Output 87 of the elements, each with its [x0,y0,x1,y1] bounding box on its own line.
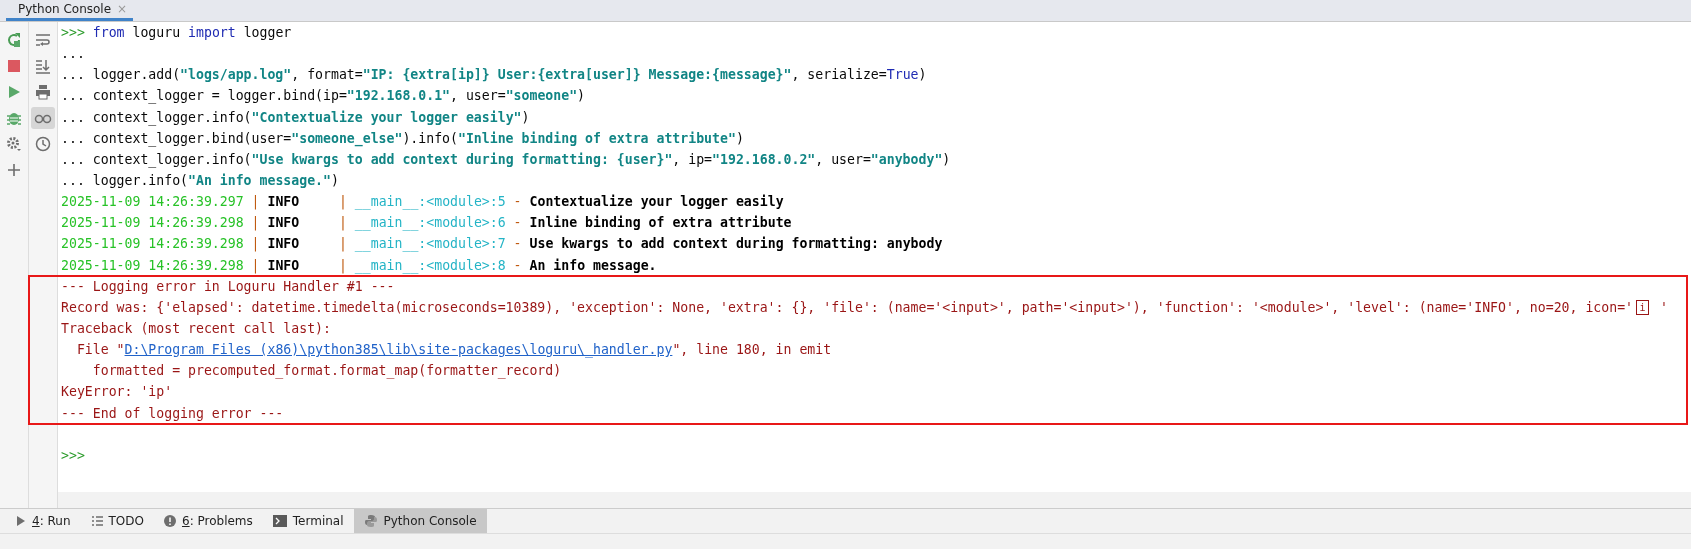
console-text: ) [330,173,339,188]
console-text: ... logger.info( [61,173,189,188]
console-text: ... context_logger = logger.bind(ip= [61,88,347,104]
console-text: import [188,25,236,40]
console-text: formatted = precomputed_format.format_map(formatter_record) [91,363,562,379]
console-text: --- Logging error in Loguru Handler #1 --- [61,278,395,294]
console-text: 2025-11-09 14:26:39.298 [61,257,244,273]
todo-tab[interactable]: TODO [80,509,154,533]
alert-icon [164,515,176,527]
console-text: "IP: {extra[ip]} User:{extra[user]} Message:{message}" [362,67,792,83]
console-text: __main__:<module>:5 [354,194,506,210]
console-text: ... logger.add( [61,67,181,83]
console-text: Record was: {'elapsed': datetime.timedelta(microseconds=10389), 'exception': None, 'extra': {}, 'file': (name='<input>', path='<input>'), 'function': '<module>', 'level': (name='INFO', no=20, icon=' [61,299,1634,315]
logo-icon [363,514,378,528]
python-tab[interactable]: Python Console [353,509,487,533]
console-text: - [512,194,523,210]
console-text: "Contextualize your logger easily" [251,109,522,125]
console-text: File " [75,342,125,358]
console-text: | [337,257,348,273]
console-text: "192.168.0.1" [346,88,451,104]
console-text: Contextualize your logger easily [529,194,784,210]
play-icon [16,515,26,527]
console-text: "Inline binding of extra attribute" [458,130,736,146]
console-text: Inline binding of extra attribute [529,215,792,231]
console-text: True [886,67,919,83]
info-icon: i [1636,300,1650,316]
console-text: | [250,257,261,273]
console-text: , ip= [672,151,713,167]
console-text: __main__:<module>:6 [354,215,506,231]
console-text: 2025-11-09 14:26:39.298 [61,215,244,231]
console-text: "anybody" [870,151,943,167]
console-text: ' [1658,299,1668,315]
console-text: ) [577,88,586,104]
console-text: --- End of logging error --- [61,405,284,421]
console-text: >>> [61,447,85,463]
console-text: , user= [450,88,506,104]
console-text: ) [918,67,927,83]
terminal-icon [272,515,287,527]
terminal-tab[interactable]: Terminal [262,509,354,533]
console-text: logger [242,25,292,40]
console-text: ... context_logger.bind(user= [61,130,292,146]
file-link[interactable]: D:\Program Files (x86)\python385\lib\site-packages\loguru\_handler.py [124,342,673,358]
console-text: | [337,236,348,252]
console-text: loguru [131,25,182,40]
console-text: INFO [267,194,301,210]
console-text: 2025-11-09 14:26:39.297 [61,194,244,210]
console-text: ... context_logger.info( [61,151,252,167]
console-text: Traceback (most recent call last): [61,320,331,336]
console-text: , user= [815,151,871,167]
console-text: INFO [267,236,301,252]
console-text: - [512,236,523,252]
console-text: "Use kwargs to add context during formatting: {user}" [251,151,673,167]
console-text: INFO [267,215,301,231]
console-text: ).info( [402,130,458,146]
console-text: | [337,215,348,231]
console-text: KeyError: 'ip' [61,384,173,400]
console-text: Use kwargs to add context during formatting: anybody [529,236,943,252]
console-text: An info message. [529,257,657,273]
console-text: ... [61,46,85,62]
console-text: "someone" [505,88,578,104]
console-text: - [512,215,523,231]
console-text: ) [735,130,744,146]
console-text: INFO [267,257,301,273]
console-text: "An info message." [188,173,331,188]
console-text: "logs/app.log" [180,67,292,83]
console-text: from [92,25,125,40]
run-tab[interactable]: 4: Run [6,509,81,533]
problems-tab[interactable]: 6: Problems [154,509,263,533]
console-text: __main__:<module>:8 [354,257,506,273]
console-text: , serialize= [791,67,887,83]
console-text: "someone_else" [291,130,403,146]
console-text: >>> [61,25,86,40]
console-text: , format= [291,67,363,83]
console-text: ", line 180, in emit [672,342,832,358]
console-text: | [250,194,261,210]
console-text: | [250,215,261,231]
list-icon [90,515,103,527]
console-text: "192.168.0.2" [712,151,816,167]
console-text: __main__:<module>:7 [354,236,506,252]
console-text: ... context_logger.info( [61,109,252,125]
console-text: ) [521,109,530,125]
horizontal-scrollbar[interactable] [58,492,1691,508]
console-text: ) [942,151,951,167]
console-text: | [250,236,261,252]
console-text: | [337,194,348,210]
console-text: - [512,257,523,273]
console-text: 2025-11-09 14:26:39.298 [61,236,244,252]
